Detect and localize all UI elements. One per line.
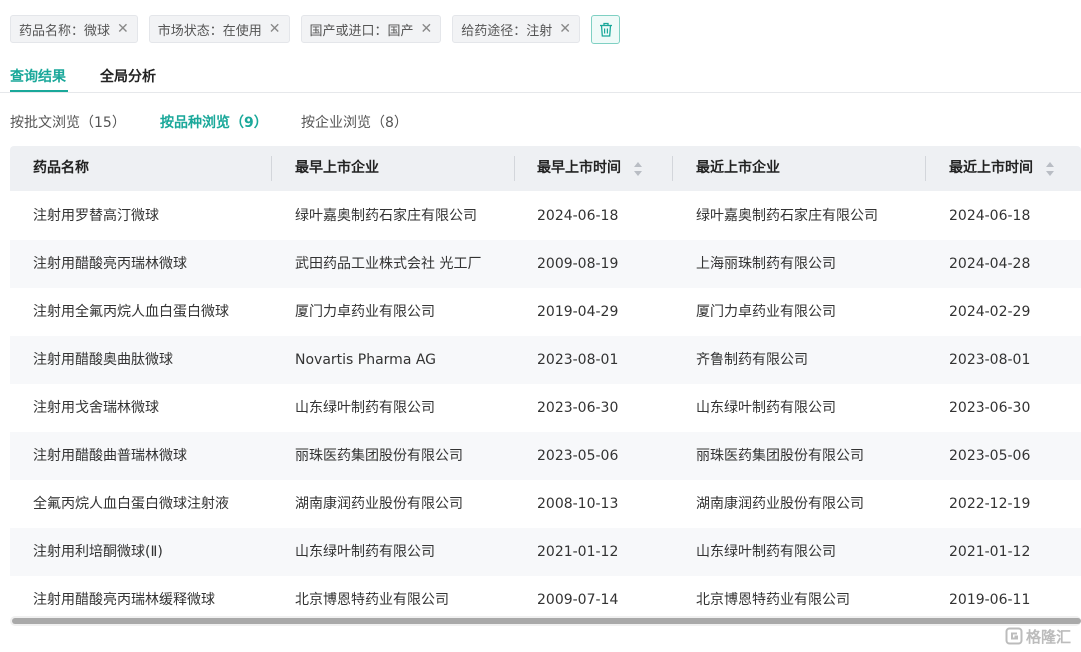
- column-divider: [672, 156, 673, 181]
- cell-latest-company: 丽珠医药集团股份有限公司: [696, 448, 864, 464]
- table-row[interactable]: 全氟丙烷人血白蛋白微球注射液 湖南康润药业股份有限公司 2008-10-13 湖…: [10, 480, 1081, 528]
- trash-icon: [599, 22, 612, 37]
- filter-chip-label: 国产或进口：国产: [309, 23, 414, 39]
- sort-icon[interactable]: [1046, 161, 1054, 177]
- cell-drug-name: 全氟丙烷人血白蛋白微球注射液: [33, 496, 229, 512]
- cell-earliest-company: Novartis Pharma AG: [295, 352, 437, 368]
- subtab-by-variety[interactable]: 按品种浏览（9）: [160, 112, 268, 132]
- filter-chip-drug-name[interactable]: 药品名称：微球 ✕: [10, 15, 138, 43]
- table-row[interactable]: 注射用醋酸曲普瑞林微球 丽珠医药集团股份有限公司 2023-05-06 丽珠医药…: [10, 432, 1081, 480]
- clear-filters-button[interactable]: [591, 14, 620, 44]
- table-row[interactable]: 注射用全氟丙烷人血白蛋白微球 厦门力卓药业有限公司 2019-04-29 厦门力…: [10, 288, 1081, 336]
- cell-earliest-date: 2019-04-29: [537, 304, 619, 320]
- cell-latest-date: 2024-06-18: [949, 208, 1031, 224]
- table-header: 药品名称 最早上市企业 最早上市时间 最近上市企业 最近上市时间: [10, 146, 1081, 191]
- table-row[interactable]: 注射用醋酸亮丙瑞林缓释微球 北京博恩特药业有限公司 2009-07-14 北京博…: [10, 576, 1081, 616]
- filter-chip-market-status[interactable]: 市场状态：在使用 ✕: [148, 15, 290, 43]
- horizontal-scrollbar[interactable]: [10, 616, 1081, 626]
- cell-drug-name: 注射用利培酮微球(Ⅱ): [33, 544, 163, 560]
- column-header-drug-name: 药品名称: [33, 160, 89, 176]
- subtab-by-approval[interactable]: 按批文浏览（15）: [10, 112, 126, 132]
- table-row[interactable]: 注射用利培酮微球(Ⅱ) 山东绿叶制药有限公司 2021-01-12 山东绿叶制药…: [10, 528, 1081, 576]
- cell-latest-date: 2023-06-30: [949, 400, 1031, 416]
- close-icon[interactable]: ✕: [269, 22, 281, 36]
- cell-earliest-date: 2009-08-19: [537, 256, 619, 272]
- watermark: 格隆汇: [1005, 625, 1071, 647]
- close-icon[interactable]: ✕: [559, 22, 571, 36]
- results-table: 药品名称 最早上市企业 最早上市时间 最近上市企业 最近上市时间 注射用罗替高汀…: [10, 146, 1081, 616]
- cell-latest-company: 绿叶嘉奥制药石家庄有限公司: [696, 208, 878, 224]
- filter-chip-label: 药品名称：微球: [19, 23, 111, 39]
- cell-latest-company: 上海丽珠制药有限公司: [696, 256, 836, 272]
- cell-latest-company: 山东绿叶制药有限公司: [696, 544, 836, 560]
- cell-latest-date: 2023-08-01: [949, 352, 1031, 368]
- cell-earliest-company: 山东绿叶制药有限公司: [295, 400, 435, 416]
- cell-drug-name: 注射用罗替高汀微球: [33, 208, 159, 224]
- main-tabs: 查询结果 全局分析: [0, 58, 1081, 93]
- column-header-latest-company: 最近上市企业: [696, 160, 780, 176]
- cell-latest-date: 2024-02-29: [949, 304, 1031, 320]
- cell-drug-name: 注射用醋酸亮丙瑞林微球: [33, 256, 187, 272]
- table-row[interactable]: 注射用戈舍瑞林微球 山东绿叶制药有限公司 2023-06-30 山东绿叶制药有限…: [10, 384, 1081, 432]
- cell-earliest-date: 2023-08-01: [537, 352, 619, 368]
- column-divider: [271, 156, 272, 181]
- table-row[interactable]: 注射用醋酸亮丙瑞林微球 武田药品工业株式会社 光工厂 2009-08-19 上海…: [10, 240, 1081, 288]
- cell-earliest-company: 武田药品工业株式会社 光工厂: [295, 256, 482, 272]
- cell-earliest-date: 2023-06-30: [537, 400, 619, 416]
- column-header-earliest-company: 最早上市企业: [295, 160, 379, 176]
- cell-latest-date: 2024-04-28: [949, 256, 1031, 272]
- cell-latest-date: 2023-05-06: [949, 448, 1031, 464]
- filter-chip-label: 市场状态：在使用: [157, 23, 262, 39]
- watermark-text: 格隆汇: [1026, 627, 1072, 646]
- cell-drug-name: 注射用全氟丙烷人血白蛋白微球: [33, 304, 229, 320]
- column-header-earliest-date[interactable]: 最早上市时间: [537, 146, 621, 191]
- cell-latest-date: 2019-06-11: [949, 592, 1031, 608]
- cell-latest-company: 厦门力卓药业有限公司: [696, 304, 836, 320]
- cell-earliest-date: 2024-06-18: [537, 208, 619, 224]
- column-divider: [925, 156, 926, 181]
- cell-earliest-company: 厦门力卓药业有限公司: [295, 304, 435, 320]
- column-header-latest-date[interactable]: 最近上市时间: [949, 146, 1033, 191]
- gelonghui-logo: [1005, 627, 1023, 645]
- table-row[interactable]: 注射用醋酸奥曲肽微球 Novartis Pharma AG 2023-08-01…: [10, 336, 1081, 384]
- cell-latest-company: 齐鲁制药有限公司: [696, 352, 808, 368]
- cell-latest-company: 湖南康润药业股份有限公司: [696, 496, 864, 512]
- cell-earliest-date: 2008-10-13: [537, 496, 619, 512]
- subtab-by-company[interactable]: 按企业浏览（8）: [301, 112, 408, 132]
- cell-earliest-company: 北京博恩特药业有限公司: [295, 592, 449, 608]
- close-icon[interactable]: ✕: [421, 22, 433, 36]
- filter-chip-route[interactable]: 给药途径：注射 ✕: [452, 15, 580, 43]
- close-icon[interactable]: ✕: [117, 22, 129, 36]
- tab-global-analysis[interactable]: 全局分析: [100, 66, 156, 86]
- cell-latest-date: 2022-12-19: [949, 496, 1031, 512]
- filter-chip-label: 给药途径：注射: [461, 23, 553, 39]
- tab-query-results[interactable]: 查询结果: [10, 66, 66, 86]
- cell-earliest-company: 山东绿叶制药有限公司: [295, 544, 435, 560]
- cell-earliest-company: 绿叶嘉奥制药石家庄有限公司: [295, 208, 477, 224]
- cell-drug-name: 注射用戈舍瑞林微球: [33, 400, 159, 416]
- cell-earliest-company: 丽珠医药集团股份有限公司: [295, 448, 463, 464]
- cell-earliest-date: 2021-01-12: [537, 544, 619, 560]
- cell-earliest-company: 湖南康润药业股份有限公司: [295, 496, 463, 512]
- cell-earliest-date: 2023-05-06: [537, 448, 619, 464]
- scrollbar-thumb[interactable]: [12, 618, 1081, 624]
- cell-earliest-date: 2009-07-14: [537, 592, 619, 608]
- column-divider: [514, 156, 515, 181]
- filter-bar: 药品名称：微球 ✕ 市场状态：在使用 ✕ 国产或进口：国产 ✕ 给药途径：注射 …: [10, 14, 620, 44]
- sort-icon[interactable]: [634, 161, 642, 177]
- filter-chip-origin[interactable]: 国产或进口：国产 ✕: [300, 15, 442, 43]
- cell-latest-company: 北京博恩特药业有限公司: [696, 592, 850, 608]
- cell-drug-name: 注射用醋酸曲普瑞林微球: [33, 448, 187, 464]
- table-row[interactable]: 注射用罗替高汀微球 绿叶嘉奥制药石家庄有限公司 2024-06-18 绿叶嘉奥制…: [10, 192, 1081, 240]
- active-tab-indicator: [10, 90, 68, 92]
- cell-latest-date: 2021-01-12: [949, 544, 1031, 560]
- cell-drug-name: 注射用醋酸奥曲肽微球: [33, 352, 173, 368]
- cell-drug-name: 注射用醋酸亮丙瑞林缓释微球: [33, 592, 215, 608]
- cell-latest-company: 山东绿叶制药有限公司: [696, 400, 836, 416]
